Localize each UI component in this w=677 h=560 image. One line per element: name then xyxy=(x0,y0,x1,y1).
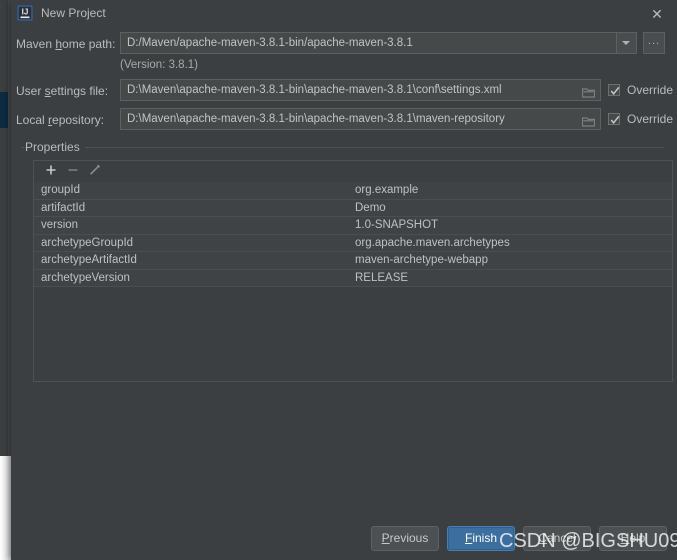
property-value: org.example xyxy=(355,184,419,196)
dialog-titlebar: IJ New Project ✕ xyxy=(11,0,677,27)
maven-home-label-post: ome path: xyxy=(62,37,116,51)
property-name: archetypeArtifactId xyxy=(41,254,137,266)
local-repository-input[interactable]: D:\Maven\apache-maven-3.8.1-bin\apache-m… xyxy=(120,108,601,130)
properties-toolbar xyxy=(34,161,672,183)
table-row[interactable]: groupId org.example xyxy=(34,182,672,200)
close-icon[interactable]: ✕ xyxy=(647,4,667,24)
maven-home-browse-button[interactable]: ... xyxy=(643,32,665,54)
property-name: artifactId xyxy=(41,201,86,214)
svg-text:IJ: IJ xyxy=(22,8,29,17)
property-value: org.apache.maven.archetypes xyxy=(355,236,510,249)
local-repository-override-label: Override xyxy=(627,112,674,126)
user-settings-file-input[interactable]: D:\Maven\apache-maven-3.8.1-bin\apache-m… xyxy=(120,79,601,101)
local-repository-label: Local repository: xyxy=(16,112,104,128)
property-value: maven-archetype-webapp xyxy=(355,254,488,266)
checkbox-checked-icon[interactable] xyxy=(608,113,620,125)
property-value: 1.0-SNAPSHOT xyxy=(355,219,439,231)
screenshot-root: IJ New Project ✕ Maven home path: D:/Mav… xyxy=(0,0,677,560)
chevron-down-icon[interactable] xyxy=(616,33,636,53)
user-settings-override-label: Override xyxy=(627,83,674,97)
maven-home-label-pre: Maven xyxy=(16,37,56,51)
new-project-dialog: IJ New Project ✕ Maven home path: D:/Mav… xyxy=(11,0,677,560)
property-value: RELEASE xyxy=(355,271,409,284)
properties-group-label: Properties xyxy=(25,140,85,154)
remove-property-button[interactable] xyxy=(64,163,82,180)
local-repository-label-pre: Local xyxy=(16,113,49,127)
property-value: Demo xyxy=(355,201,386,214)
previous-button[interactable]: Previous xyxy=(371,526,439,551)
intellij-idea-icon: IJ xyxy=(17,5,33,21)
dialog-title: New Project xyxy=(41,6,106,20)
maven-version-note: (Version: 3.8.1) xyxy=(120,59,198,71)
property-name: version xyxy=(41,219,79,231)
user-settings-label-post: ettings file: xyxy=(50,84,109,98)
user-settings-label-pre: User xyxy=(16,84,45,98)
previous-button-mnemonic: P xyxy=(381,531,390,545)
table-row[interactable]: archetypeVersion RELEASE xyxy=(34,269,672,287)
table-row[interactable]: version 1.0-SNAPSHOT xyxy=(34,217,672,235)
folder-icon[interactable] xyxy=(581,85,596,98)
finish-button-label: inish xyxy=(472,531,498,545)
properties-table-empty-area[interactable] xyxy=(34,287,671,381)
maven-home-path-label: Maven home path: xyxy=(16,36,115,52)
property-name: archetypeVersion xyxy=(41,271,130,284)
add-property-button[interactable] xyxy=(42,163,60,180)
property-name: archetypeGroupId xyxy=(41,236,134,249)
table-row[interactable]: archetypeArtifactId maven-archetype-weba… xyxy=(34,252,672,270)
properties-table: groupId org.example artifactId Demo vers… xyxy=(34,182,672,287)
maven-home-path-combobox[interactable]: D:/Maven/apache-maven-3.8.1-bin/apache-m… xyxy=(120,32,637,54)
checkbox-checked-icon[interactable] xyxy=(608,84,620,96)
user-settings-file-label: User settings file: xyxy=(16,83,108,99)
local-repository-value: D:\Maven\apache-maven-3.8.1-bin\apache-m… xyxy=(127,113,505,125)
local-repository-label-post: epository: xyxy=(52,113,105,127)
edit-pencil-icon[interactable] xyxy=(86,163,104,180)
previous-button-label: revious xyxy=(389,531,429,545)
watermark: CSDN @BIGSHU0923 xyxy=(499,530,677,552)
table-row[interactable]: artifactId Demo xyxy=(34,199,672,217)
maven-home-path-value: D:/Maven/apache-maven-3.8.1-bin/apache-m… xyxy=(127,37,413,49)
folder-icon[interactable] xyxy=(581,114,596,127)
table-row[interactable]: archetypeGroupId org.apache.maven.archet… xyxy=(34,234,672,252)
property-name: groupId xyxy=(41,184,81,196)
user-settings-file-value: D:\Maven\apache-maven-3.8.1-bin\apache-m… xyxy=(127,84,502,96)
